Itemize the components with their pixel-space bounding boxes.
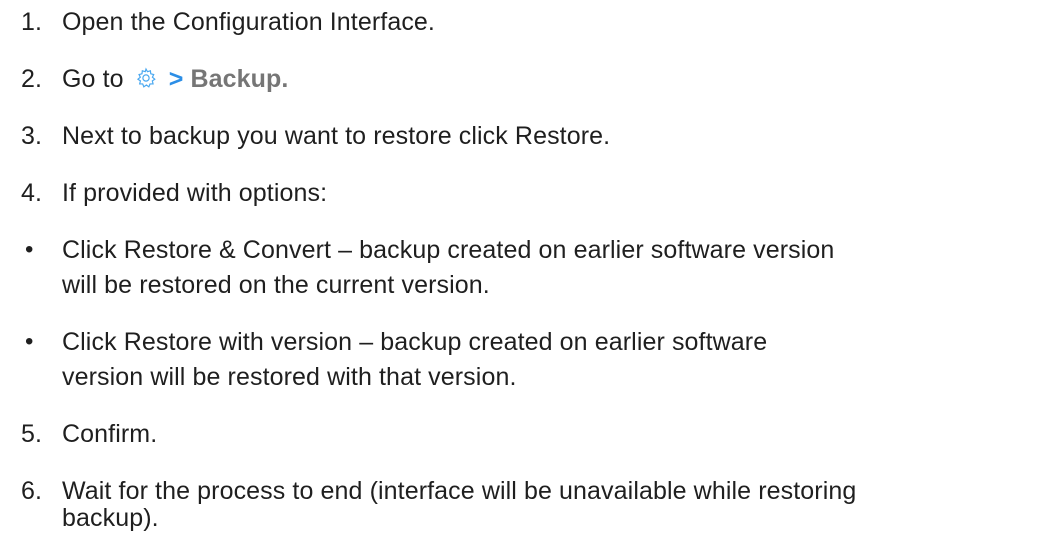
step-text: Confirm. xyxy=(62,420,158,448)
step-text: Next to backup you want to restore click… xyxy=(62,122,611,150)
breadcrumb-separator: > xyxy=(168,65,184,93)
step-number: 4. xyxy=(21,179,43,207)
gear-icon xyxy=(136,67,156,88)
bullet-text-line-2: version will be restored with that versi… xyxy=(62,363,517,391)
step-number: 3. xyxy=(21,122,43,150)
bullet-marker: • xyxy=(25,328,34,355)
step-prefix: Go to xyxy=(62,65,124,93)
step-text-line-2: backup). xyxy=(62,504,159,532)
step-number: 6. xyxy=(21,477,43,505)
bullet-text-line-1: Click Restore & Convert – backup created… xyxy=(62,236,835,264)
step-text: Open the Configuration Interface. xyxy=(62,8,435,36)
step-number: 5. xyxy=(21,420,43,448)
instructions-document: 1. Open the Configuration Interface. 2. … xyxy=(0,0,1059,532)
bullet-text-line-2: will be restored on the current version. xyxy=(62,271,490,299)
bullet-marker: • xyxy=(25,236,34,263)
step-number: 2. xyxy=(21,65,43,93)
step-text-line-1: Wait for the process to end (interface w… xyxy=(62,477,857,505)
step-number: 1. xyxy=(21,8,43,36)
bullet-text-line-1: Click Restore with version – backup crea… xyxy=(62,328,768,356)
step-text: If provided with options: xyxy=(62,179,328,207)
breadcrumb-backup: Backup. xyxy=(190,65,289,93)
step-text: Go to > Backup. xyxy=(62,61,288,97)
